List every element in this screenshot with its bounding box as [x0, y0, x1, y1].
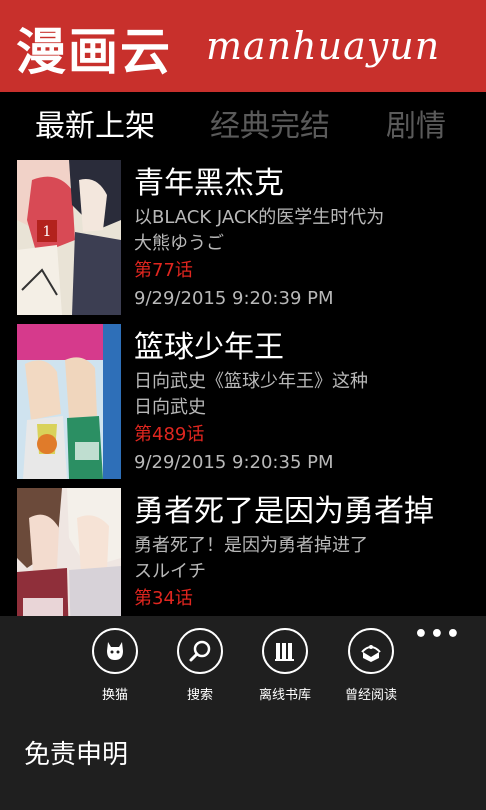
switch-cat-label: 换猫 [101, 688, 128, 703]
search-icon [177, 628, 223, 674]
tab-plot[interactable]: 剧情 [386, 104, 446, 150]
offline-library-label: 离线书库 [258, 688, 311, 703]
reading-history-label: 曾经阅读 [344, 688, 397, 703]
comic-updated-time: 9/29/2015 9:20:39 PM [134, 288, 334, 309]
comic-author: 日向武史 [134, 397, 206, 418]
reading-history-button[interactable]: 曾经阅读 [326, 626, 416, 716]
app-header: 漫画云 manhuayun [0, 0, 486, 92]
comic-cover: 1 [17, 160, 121, 315]
svg-text:1: 1 [43, 224, 52, 240]
comic-title: 勇者死了是因为勇者掉 [134, 494, 434, 529]
bookshelf-icon [262, 628, 308, 674]
comic-cover [17, 324, 121, 479]
comic-author: 大熊ゆうご [134, 233, 224, 254]
more-options-icon[interactable]: ••• [414, 622, 462, 647]
comic-list-item[interactable]: 1 青年黑杰克 以BLACK JACK的医学生时代为 大熊ゆうご 第77话 9/… [0, 160, 486, 320]
tab-latest[interactable]: 最新上架 [35, 104, 155, 150]
comic-chapter: 第77话 [134, 260, 193, 281]
comic-cover [17, 488, 121, 616]
comic-title: 篮球少年王 [134, 330, 284, 365]
comic-description: 以BLACK JACK的医学生时代为 [134, 207, 385, 228]
pivot-tabs: 最新上架 经典完结 剧情 [0, 104, 486, 150]
comic-description: 勇者死了！是因为勇者掉进了 [134, 535, 368, 556]
search-label: 搜索 [186, 688, 213, 703]
disclaimer-menu-item[interactable]: 免责申明 [24, 734, 128, 771]
app-logo-english: manhuayun [206, 24, 441, 68]
comic-updated-time: 9/29/2015 9:20:35 PM [134, 452, 334, 473]
search-button[interactable]: 搜索 [155, 626, 245, 716]
comic-author: スルイチ [134, 561, 206, 582]
app-logo-chinese: 漫画云 [16, 22, 172, 81]
app-bar: ••• 换猫 搜索 离线书库 曾经阅读 免责申明 [0, 616, 486, 810]
comic-list: 1 青年黑杰克 以BLACK JACK的医学生时代为 大熊ゆうご 第77话 9/… [0, 160, 486, 616]
cat-icon [92, 628, 138, 674]
comic-chapter: 第489话 [134, 424, 205, 445]
history-reader-icon [348, 628, 394, 674]
comic-list-item[interactable]: 篮球少年王 日向武史《篮球少年王》这种 日向武史 第489话 9/29/2015… [0, 324, 486, 484]
comic-title: 青年黑杰克 [134, 166, 284, 201]
comic-description: 日向武史《篮球少年王》这种 [134, 371, 368, 392]
comic-chapter: 第34话 [134, 588, 193, 609]
offline-library-button[interactable]: 离线书库 [240, 626, 330, 716]
comic-list-item[interactable]: 勇者死了是因为勇者掉 勇者死了！是因为勇者掉进了 スルイチ 第34话 [0, 488, 486, 616]
switch-cat-button[interactable]: 换猫 [70, 626, 160, 716]
tab-completed[interactable]: 经典完结 [210, 104, 330, 150]
